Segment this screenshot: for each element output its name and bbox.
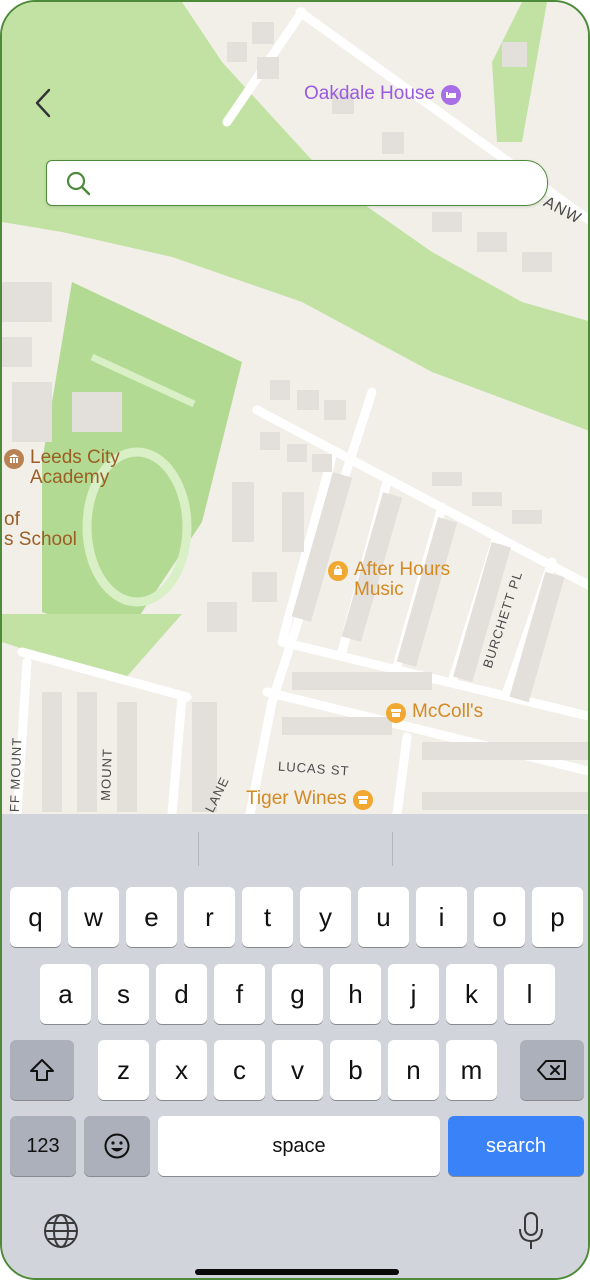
key-f[interactable]: f (214, 964, 265, 1024)
poi-leeds-city-academy[interactable]: Leeds City Academy (4, 448, 140, 488)
numbers-key[interactable]: 123 (10, 1116, 76, 1176)
store-icon (386, 703, 406, 723)
key-d[interactable]: d (156, 964, 207, 1024)
key-e[interactable]: e (126, 887, 177, 947)
key-o[interactable]: o (474, 887, 525, 947)
microphone-button[interactable] (516, 1210, 546, 1252)
delete-icon (537, 1060, 566, 1080)
key-p[interactable]: p (532, 887, 583, 947)
poi-after-hours-music[interactable]: After Hours Music (328, 560, 474, 600)
store-icon (352, 790, 373, 810)
poi-label: of s School (4, 509, 77, 550)
delete-key[interactable] (520, 1040, 584, 1100)
keyboard: q w e r t y u i o p a s d f g h j k l z … (2, 814, 588, 1278)
map-canvas (2, 2, 588, 814)
emoji-key[interactable] (84, 1116, 150, 1176)
microphone-icon (519, 1212, 543, 1249)
key-y[interactable]: y (300, 887, 351, 947)
poi-tiger-wines[interactable]: Tiger Wines (246, 789, 373, 810)
globe-icon (44, 1214, 78, 1248)
poi-oakdale-house[interactable]: Oakdale House (304, 84, 461, 105)
search-bar[interactable] (46, 160, 548, 206)
chevron-left-icon (35, 88, 51, 118)
poi-label: Tiger Wines (246, 788, 347, 809)
key-m[interactable]: m (446, 1040, 497, 1100)
key-u[interactable]: u (358, 887, 409, 947)
key-j[interactable]: j (388, 964, 439, 1024)
key-n[interactable]: n (388, 1040, 439, 1100)
key-s[interactable]: s (98, 964, 149, 1024)
shift-icon (30, 1059, 54, 1081)
key-l[interactable]: l (504, 964, 555, 1024)
key-v[interactable]: v (272, 1040, 323, 1100)
key-b[interactable]: b (330, 1040, 381, 1100)
shop-icon (328, 561, 348, 581)
search-icon (66, 171, 91, 196)
key-q[interactable]: q (10, 887, 61, 947)
key-z[interactable]: z (98, 1040, 149, 1100)
suggestion-divider (198, 832, 199, 866)
globe-button[interactable] (42, 1212, 80, 1250)
key-h[interactable]: h (330, 964, 381, 1024)
poi-mccolls[interactable]: McColl's (386, 702, 483, 723)
key-w[interactable]: w (68, 887, 119, 947)
poi-label: Oakdale House (304, 83, 435, 104)
key-i[interactable]: i (416, 887, 467, 947)
shift-key[interactable] (10, 1040, 74, 1100)
key-r[interactable]: r (184, 887, 235, 947)
hotel-icon (440, 85, 461, 105)
search-key[interactable]: search (448, 1116, 584, 1176)
key-k[interactable]: k (446, 964, 497, 1024)
street-label-mount-left: FF MOUNT (6, 736, 25, 813)
street-label-mount-right: MOUNT (97, 747, 115, 802)
emoji-icon (104, 1133, 130, 1159)
school-icon (4, 449, 24, 469)
home-indicator[interactable] (195, 1269, 399, 1275)
suggestion-divider (392, 832, 393, 866)
key-c[interactable]: c (214, 1040, 265, 1100)
poi-school-fragment[interactable]: of s School (4, 510, 77, 550)
poi-label: McColl's (412, 701, 484, 722)
poi-label: After Hours Music (354, 559, 451, 600)
key-t[interactable]: t (242, 887, 293, 947)
key-a[interactable]: a (40, 964, 91, 1024)
key-x[interactable]: x (156, 1040, 207, 1100)
key-g[interactable]: g (272, 964, 323, 1024)
search-input[interactable] (101, 171, 525, 195)
phone-frame: Oakdale House Leeds City Academy of s Sc… (0, 0, 590, 1280)
space-key[interactable]: space (158, 1116, 440, 1176)
poi-label: Leeds City Academy (30, 447, 120, 488)
map-view[interactable]: Oakdale House Leeds City Academy of s Sc… (2, 2, 588, 815)
back-button[interactable] (28, 86, 58, 120)
